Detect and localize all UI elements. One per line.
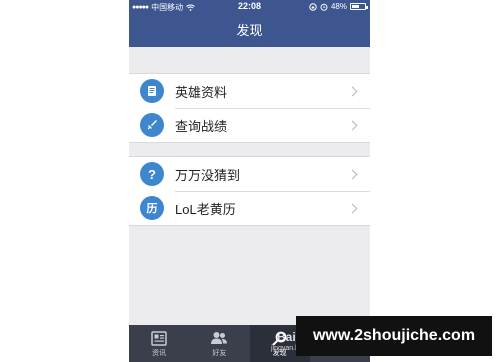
calendar-icon: 历: [140, 196, 164, 220]
baidu-watermark: Bai: [277, 330, 296, 344]
tab-label: 好友: [212, 350, 227, 357]
menu-item-label: 万万没猜到: [175, 167, 241, 183]
question-icon: ?: [140, 162, 164, 186]
menu-group-1: 英雄资料 查询战绩: [129, 73, 370, 143]
menu-item-label: 查询战绩: [175, 118, 228, 134]
news-icon: [151, 329, 167, 347]
page-title: 发现: [236, 23, 263, 38]
status-bar: ●●●●● 中国移动 22:08 48%: [129, 0, 370, 14]
sword-icon: [140, 113, 164, 137]
menu-group-2: ? 万万没猜到 历 LoL老黄历: [129, 156, 370, 226]
menu-item-lol-almanac[interactable]: 历 LoL老黄历: [129, 191, 370, 225]
battery-icon: [350, 3, 368, 10]
document-icon: [140, 79, 164, 103]
alarm-icon: [320, 3, 328, 11]
screenshot-canvas: ●●●●● 中国移动 22:08 48% 发现 英雄资料 查询战绩 ? 万万没猜…: [0, 0, 500, 362]
battery-percent: 48%: [330, 2, 347, 11]
chevron-right-icon: [347, 203, 358, 213]
phone-screen: ●●●●● 中国移动 22:08 48% 发现 英雄资料 查询战绩 ? 万万没猜…: [129, 0, 370, 362]
menu-item-hero-info[interactable]: 英雄资料: [129, 74, 370, 108]
chevron-right-icon: [347, 120, 358, 130]
status-right: 48%: [309, 2, 368, 11]
chevron-right-icon: [347, 169, 358, 179]
menu-item-never-guessed[interactable]: ? 万万没猜到: [129, 157, 370, 191]
tab-friends[interactable]: 好友: [189, 325, 249, 362]
rotation-lock-icon: [309, 2, 317, 11]
menu-item-match-history[interactable]: 查询战绩: [129, 108, 370, 142]
menu-item-label: 英雄资料: [175, 84, 228, 100]
tab-label: 资讯: [152, 350, 167, 357]
site-watermark-text: www.2shoujiche.com: [312, 327, 476, 344]
tab-news[interactable]: 资讯: [129, 325, 189, 362]
menu-item-label: LoL老黄历: [175, 201, 236, 217]
nav-bar: 发现: [129, 14, 370, 47]
chevron-right-icon: [347, 86, 358, 96]
battery-level: [352, 5, 359, 8]
friends-icon: [210, 329, 228, 347]
site-watermark-banner: www.2shoujiche.com: [296, 316, 492, 356]
